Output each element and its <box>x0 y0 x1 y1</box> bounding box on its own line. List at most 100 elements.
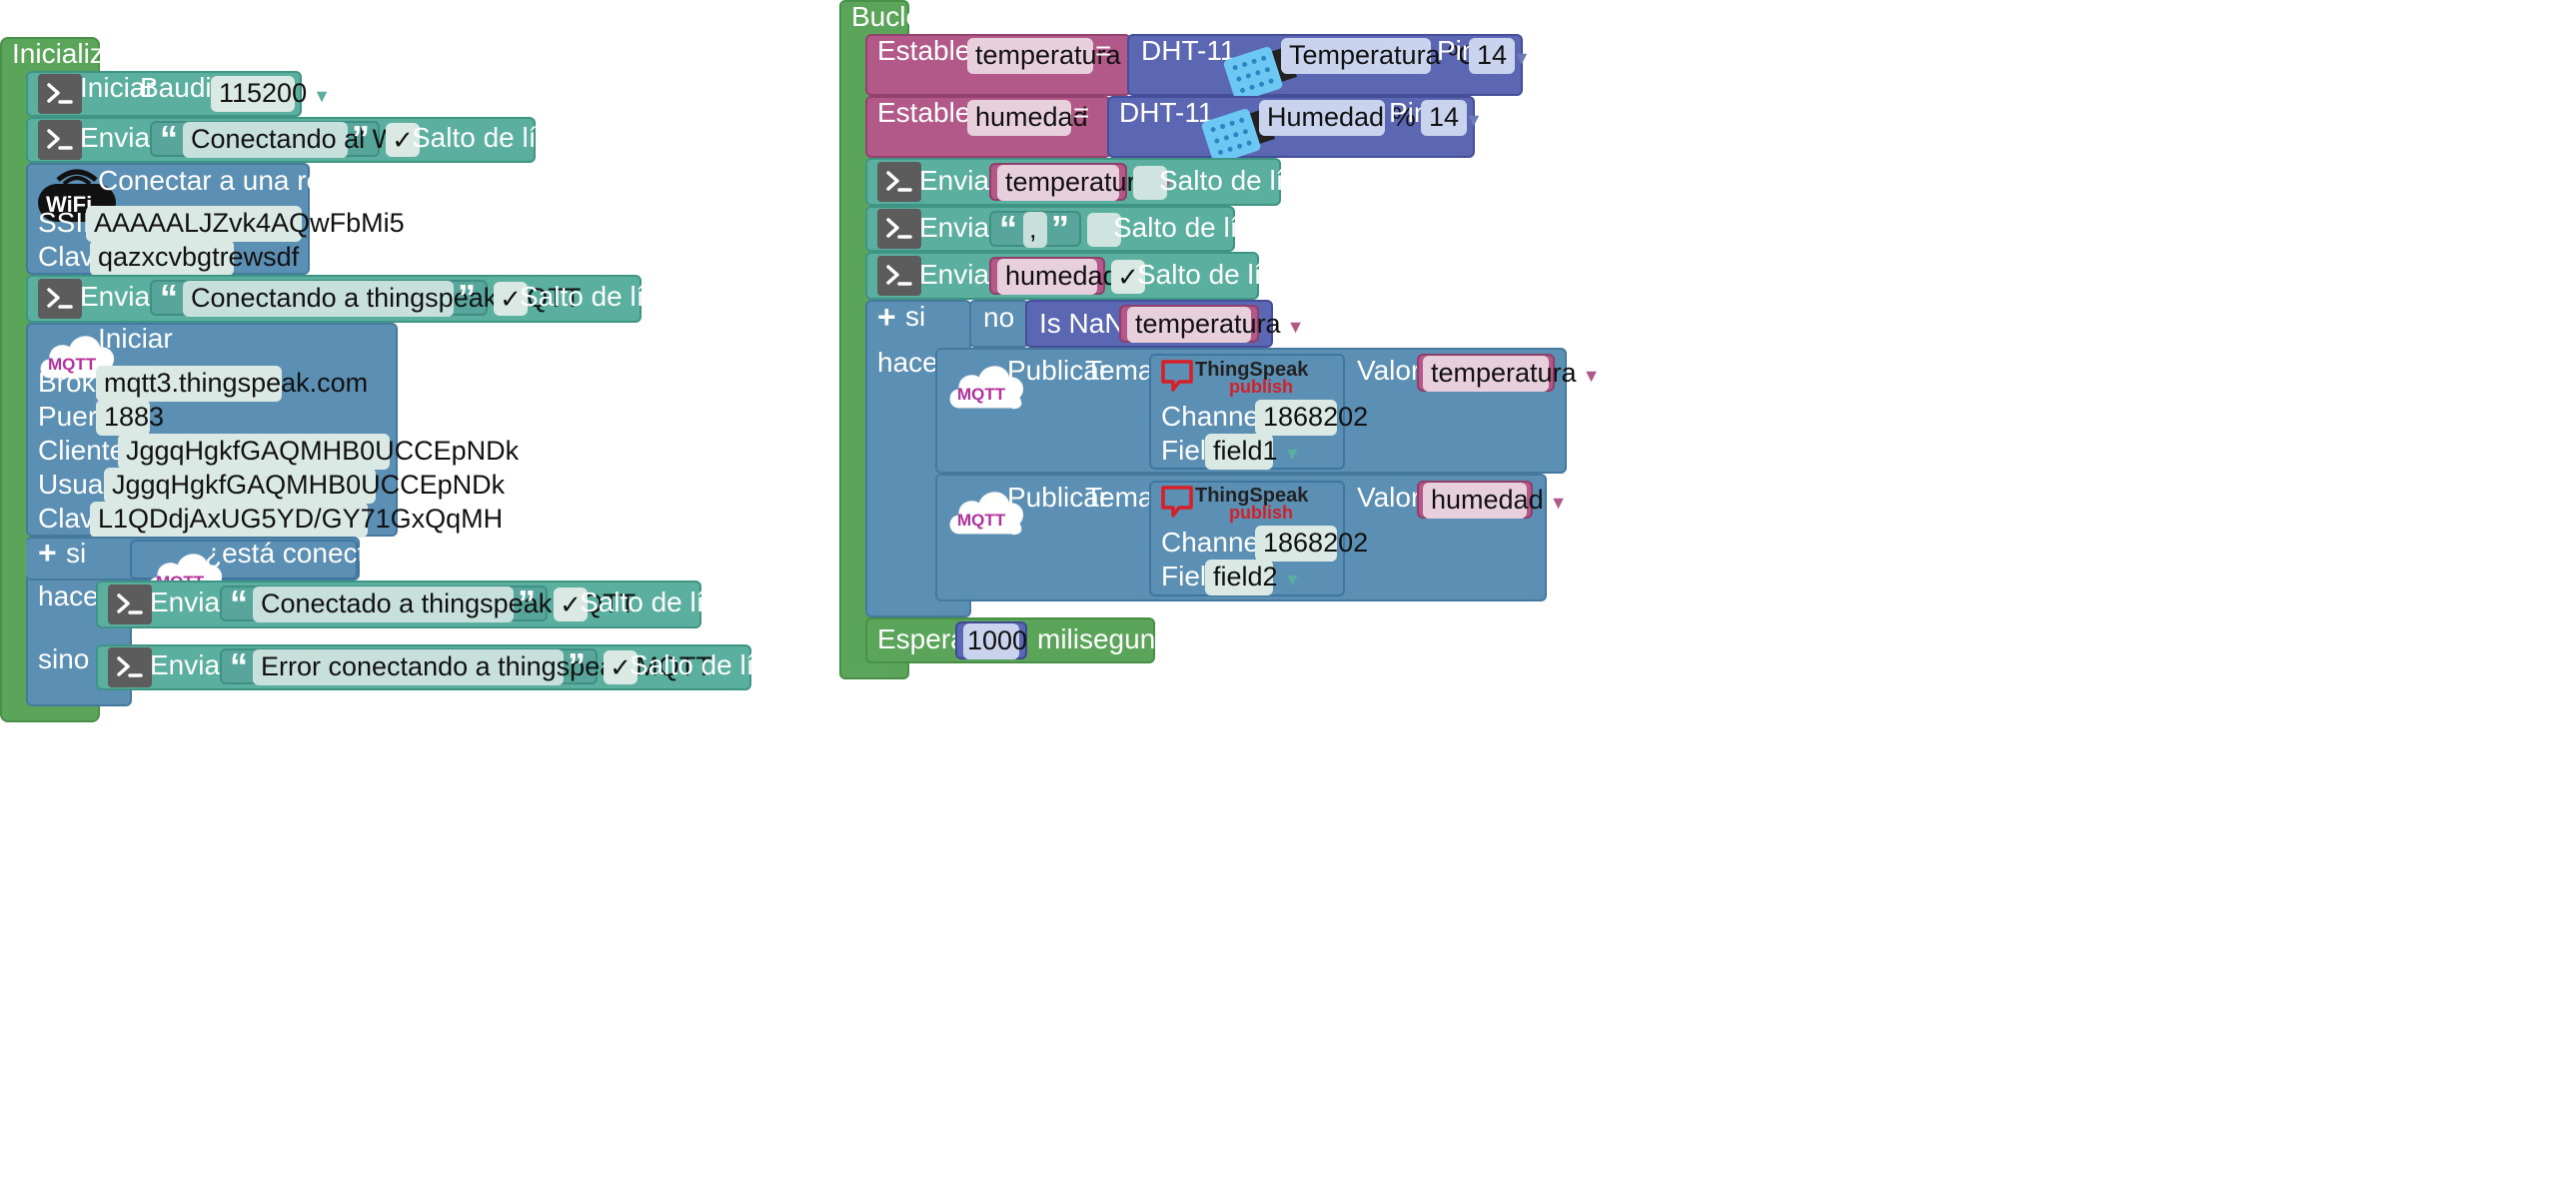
text-value[interactable]: Conectando a thingspeak MQTT <box>183 281 581 317</box>
thingspeak-logo-sub: publish <box>1229 377 1293 397</box>
measure-dropdown[interactable]: Humedad %▼ <box>1259 100 1439 136</box>
variable-name: humedad <box>1005 261 1118 291</box>
thingspeak-logo-sub: publish <box>1229 503 1293 523</box>
open-quote-icon: “ <box>160 277 178 318</box>
send-label: Enviar <box>80 122 160 153</box>
channel-field[interactable]: 1868202 <box>1255 400 1368 436</box>
send-label: Enviar <box>919 165 999 196</box>
open-quote-icon: “ <box>160 118 178 159</box>
close-quote-icon: ” <box>458 277 476 318</box>
variable-name: humedad <box>1431 485 1544 515</box>
topic-label: Tema <box>1085 482 1154 513</box>
ssid-field[interactable]: AAAAALJZvk4AQwFbMi5 <box>86 206 405 242</box>
send-label: Enviar <box>919 212 999 243</box>
field-value: field1 <box>1213 436 1278 466</box>
newline-label: Salto de línea <box>1137 259 1309 290</box>
terminal-icon <box>108 647 152 687</box>
terminal-icon <box>877 256 921 296</box>
if-label: si <box>905 301 926 332</box>
wifi-title: Conectar a una red WiFi <box>98 165 402 196</box>
variable-dropdown[interactable]: temperatura▼ <box>967 38 1144 74</box>
field-dropdown[interactable]: field1 ▼ <box>1205 434 1301 470</box>
text-value[interactable]: , <box>1023 212 1047 248</box>
variable-dropdown[interactable]: temperatura▼ <box>1127 307 1304 343</box>
pin-dropdown[interactable]: 14 ▼ <box>1469 38 1531 74</box>
terminal-icon <box>38 74 82 114</box>
if-label: si <box>66 538 87 569</box>
variable-dropdown[interactable]: temperatura▼ <box>997 165 1174 201</box>
dropdown-arrow-icon: ▼ <box>1582 366 1601 386</box>
wait-value-field[interactable]: 1000 <box>963 623 1027 659</box>
close-quote-icon: ” <box>1051 208 1069 249</box>
equals-label: = <box>1095 35 1112 66</box>
not-label: no <box>983 302 1015 333</box>
variable-dropdown[interactable]: humedad▼ <box>967 100 1111 136</box>
loop-title: Bucle <box>851 1 922 32</box>
wait-unit-label: milisegundos <box>1037 623 1201 654</box>
value-label: Valor <box>1357 482 1421 513</box>
setup-title: Inicializar <box>12 38 129 69</box>
variable-dropdown[interactable]: humedad▼ <box>1423 483 1567 519</box>
wifi-key-field[interactable]: qazxcvbgtrewsdf <box>90 240 299 276</box>
topic-label: Tema <box>1085 355 1154 386</box>
plus-icon[interactable]: + <box>877 300 896 334</box>
terminal-icon <box>108 585 152 624</box>
dropdown-arrow-icon: ▼ <box>1283 444 1302 464</box>
terminal-icon <box>38 120 82 160</box>
client-id-field[interactable]: JggqHgkfGAQMHB0UCCEpNDk <box>118 434 519 470</box>
mqtt-connected-label: ¿está conectado? <box>205 538 428 569</box>
dropdown-arrow-icon: ▼ <box>1465 110 1483 130</box>
dropdown-arrow-icon: ▼ <box>1549 493 1568 513</box>
field-dropdown[interactable]: field2 ▼ <box>1205 560 1301 595</box>
pin-value: 14 <box>1477 40 1508 70</box>
dropdown-arrow-icon: ▼ <box>1286 317 1305 337</box>
newline-label: Salto de línea <box>630 649 801 680</box>
port-field[interactable]: 1883 <box>96 400 164 436</box>
close-quote-icon: ” <box>518 583 536 623</box>
open-quote-icon: “ <box>230 583 248 623</box>
send-label: Enviar <box>150 587 230 617</box>
equals-label: = <box>1073 97 1090 128</box>
plus-icon[interactable]: + <box>38 536 57 570</box>
measure-dropdown[interactable]: Temperatura ºC▼ <box>1281 38 1501 74</box>
pin-dropdown[interactable]: 14 ▼ <box>1421 100 1483 136</box>
variable-name: temperatura <box>1005 167 1151 197</box>
thingspeak-logo: ThingSpeak publish <box>1161 359 1309 397</box>
dropdown-arrow-icon: ▼ <box>313 86 331 106</box>
channel-field[interactable]: 1868202 <box>1255 526 1368 562</box>
broker-field[interactable]: mqtt3.thingspeak.com <box>96 366 368 402</box>
send-label: Enviar <box>80 281 160 312</box>
else-label: sino <box>38 643 90 674</box>
variable-name: temperatura <box>1431 358 1577 388</box>
newline-label: Salto de línea <box>412 122 584 153</box>
variable-dropdown[interactable]: temperatura▼ <box>1423 356 1600 392</box>
dropdown-arrow-icon: ▼ <box>1283 570 1302 590</box>
newline-label: Salto de línea <box>580 587 751 617</box>
variable-dropdown[interactable]: humedad▼ <box>997 259 1141 295</box>
user-field[interactable]: JggqHgkfGAQMHB0UCCEpNDk <box>104 468 505 504</box>
dropdown-arrow-icon: ▼ <box>1513 48 1531 68</box>
mqtt-icon-text: MQTT <box>957 511 1006 530</box>
terminal-icon <box>877 162 921 202</box>
mqtt-icon-text: MQTT <box>957 385 1006 404</box>
send-label: Enviar <box>150 649 230 680</box>
open-quote-icon: “ <box>999 208 1017 249</box>
newline-label: Salto de línea <box>1113 212 1285 243</box>
mqtt-pass-field[interactable]: L1QDdjAxUG5YD/GY71GxQqMH <box>90 502 503 538</box>
send-label: Enviar <box>919 259 999 290</box>
variable-name: humedad <box>975 102 1088 132</box>
variable-name: temperatura <box>1135 309 1281 339</box>
baud-dropdown[interactable]: 115200 ▼ <box>211 76 331 112</box>
open-quote-icon: “ <box>230 645 248 686</box>
terminal-icon <box>877 209 921 249</box>
text-value[interactable]: Conectando al Wifi <box>183 122 418 158</box>
close-quote-icon: ” <box>352 118 370 159</box>
terminal-icon <box>38 279 82 319</box>
text-value[interactable]: Conectado a thingspeak MQTT <box>253 587 636 622</box>
newline-label: Salto de línea <box>1159 165 1331 196</box>
text-value[interactable]: Error conectando a thingspeak MQTT <box>253 649 712 685</box>
pin-value: 14 <box>1429 102 1460 132</box>
mqtt-init-label: Iniciar <box>98 323 173 354</box>
value-label: Valor <box>1357 355 1421 386</box>
thingspeak-logo: ThingSpeak publish <box>1161 485 1309 523</box>
